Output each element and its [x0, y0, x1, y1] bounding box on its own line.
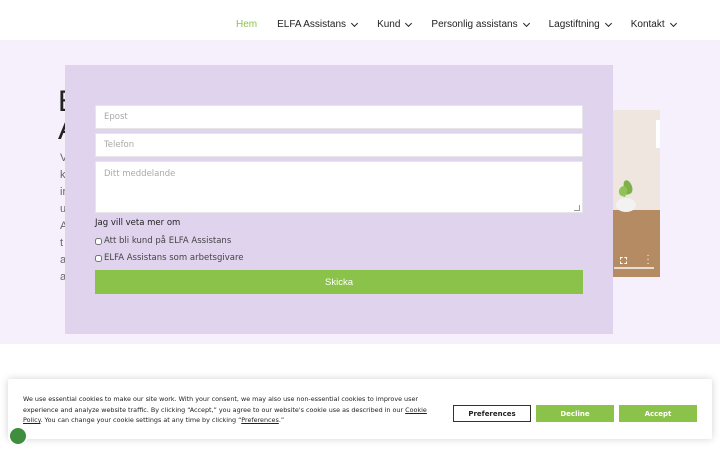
nav-item-elfa-assistans[interactable]: ELFA Assistans: [277, 19, 359, 30]
chevron-down-icon: [351, 19, 359, 27]
become-customer-checkbox[interactable]: [95, 237, 102, 245]
main-nav: Hem ELFA Assistans Kund Personlig assist…: [236, 19, 696, 30]
accept-button[interactable]: Accept: [619, 405, 697, 422]
video-frame-detail: [656, 120, 660, 148]
nav-item-label: Personlig assistans: [431, 19, 518, 30]
employer-checkbox[interactable]: [95, 254, 102, 262]
message-field[interactable]: [95, 161, 583, 213]
submit-button[interactable]: Skicka: [95, 270, 583, 294]
chevron-down-icon: [669, 19, 677, 27]
site-header: Hem ELFA Assistans Kund Personlig assist…: [0, 0, 720, 40]
nav-item-personlig-assistans[interactable]: Personlig assistans: [431, 19, 530, 30]
nav-item-label: Kontakt: [630, 19, 665, 30]
cookie-text: We use essential cookies to make our sit…: [23, 394, 443, 426]
email-field[interactable]: [95, 105, 583, 129]
cookie-banner: We use essential cookies to make our sit…: [8, 379, 712, 439]
nav-item-hem[interactable]: Hem: [236, 19, 257, 30]
nav-item-kontakt[interactable]: Kontakt: [630, 19, 677, 30]
option-label: Att bli kund på ELFA Assistans: [104, 236, 232, 246]
chevron-down-icon: [604, 19, 612, 27]
decline-button[interactable]: Decline: [536, 405, 614, 422]
video-progress-bar[interactable]: [614, 267, 654, 269]
plant-pot: [616, 198, 636, 212]
cookie-text-part: We use essential cookies to make our sit…: [23, 395, 419, 414]
option-employer[interactable]: ELFA Assistans som arbetsgivare: [95, 253, 244, 263]
chat-bubble-icon[interactable]: [8, 426, 28, 446]
preferences-link[interactable]: Preferences: [241, 416, 279, 424]
option-become-customer[interactable]: Att bli kund på ELFA Assistans: [95, 236, 231, 246]
nav-item-lagstiftning[interactable]: Lagstiftning: [548, 19, 612, 30]
chevron-down-icon: [522, 19, 530, 27]
cookie-text-part: . You can change your cookie settings at…: [40, 416, 242, 424]
nav-item-label: Kund: [377, 19, 401, 30]
nav-item-label: ELFA Assistans: [277, 19, 347, 30]
preferences-button[interactable]: Preferences: [453, 405, 531, 422]
more-vertical-icon[interactable]: · · ·: [645, 251, 651, 269]
interest-legend: Jag vill veta mer om: [95, 218, 181, 228]
contact-form-panel: Jag vill veta mer om Att bli kund på ELF…: [65, 65, 613, 334]
nav-item-label: Lagstiftning: [548, 19, 600, 30]
chevron-down-icon: [405, 19, 413, 27]
cookie-text-part: .”: [278, 416, 285, 424]
phone-field[interactable]: [95, 133, 583, 157]
option-label: ELFA Assistans som arbetsgivare: [104, 253, 244, 263]
fullscreen-icon[interactable]: [620, 257, 627, 264]
resize-handle-icon[interactable]: [574, 205, 580, 211]
nav-item-kund[interactable]: Kund: [377, 19, 413, 30]
nav-item-label: Hem: [236, 19, 258, 30]
